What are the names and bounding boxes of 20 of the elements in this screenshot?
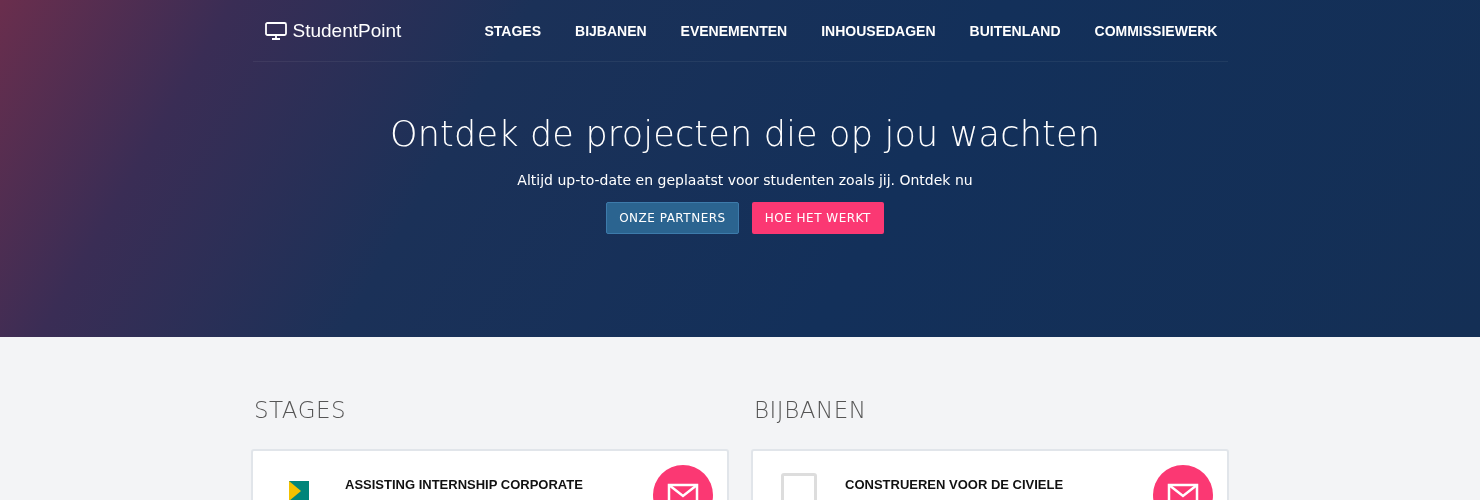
section-heading: STAGES xyxy=(254,397,348,423)
hero-button[interactable]: ONZE PARTNERS xyxy=(606,202,739,234)
hero-title: Ontdek de projecten die op jou wachten xyxy=(389,114,1101,154)
listing-title: CONSTRUEREN VOOR DE CIVIELE xyxy=(845,477,1065,492)
company-logo-icon xyxy=(289,481,309,500)
listing-card[interactable]: ASSISTING INTERNSHIP CORPORATE xyxy=(251,449,729,500)
nav-link[interactable]: EVENEMENTEN xyxy=(680,22,788,39)
nav-link[interactable]: BUITENLAND xyxy=(969,22,1061,39)
hero-subtitle: Altijd up-to-date en geplaatst voor studenten zoals jij. Ontdek nu xyxy=(517,172,973,188)
brand-link[interactable]: StudentPoint xyxy=(292,19,402,42)
listing-card[interactable]: CONSTRUEREN VOOR DE CIVIELE xyxy=(751,449,1229,500)
nav-link[interactable]: STAGES xyxy=(484,22,542,39)
nav-link[interactable]: COMMISSIEWERK xyxy=(1094,22,1218,39)
section-heading: BIJBANEN xyxy=(754,397,868,423)
monitor-icon xyxy=(264,21,287,40)
logo-placeholder xyxy=(781,473,817,500)
hero-button[interactable]: HOE HET WERKT xyxy=(751,202,884,234)
nav-link[interactable]: BIJBANEN xyxy=(575,22,647,39)
nav-link[interactable]: INHOUSEDAGEN xyxy=(821,22,936,39)
listing-title: ASSISTING INTERNSHIP CORPORATE xyxy=(345,477,584,492)
